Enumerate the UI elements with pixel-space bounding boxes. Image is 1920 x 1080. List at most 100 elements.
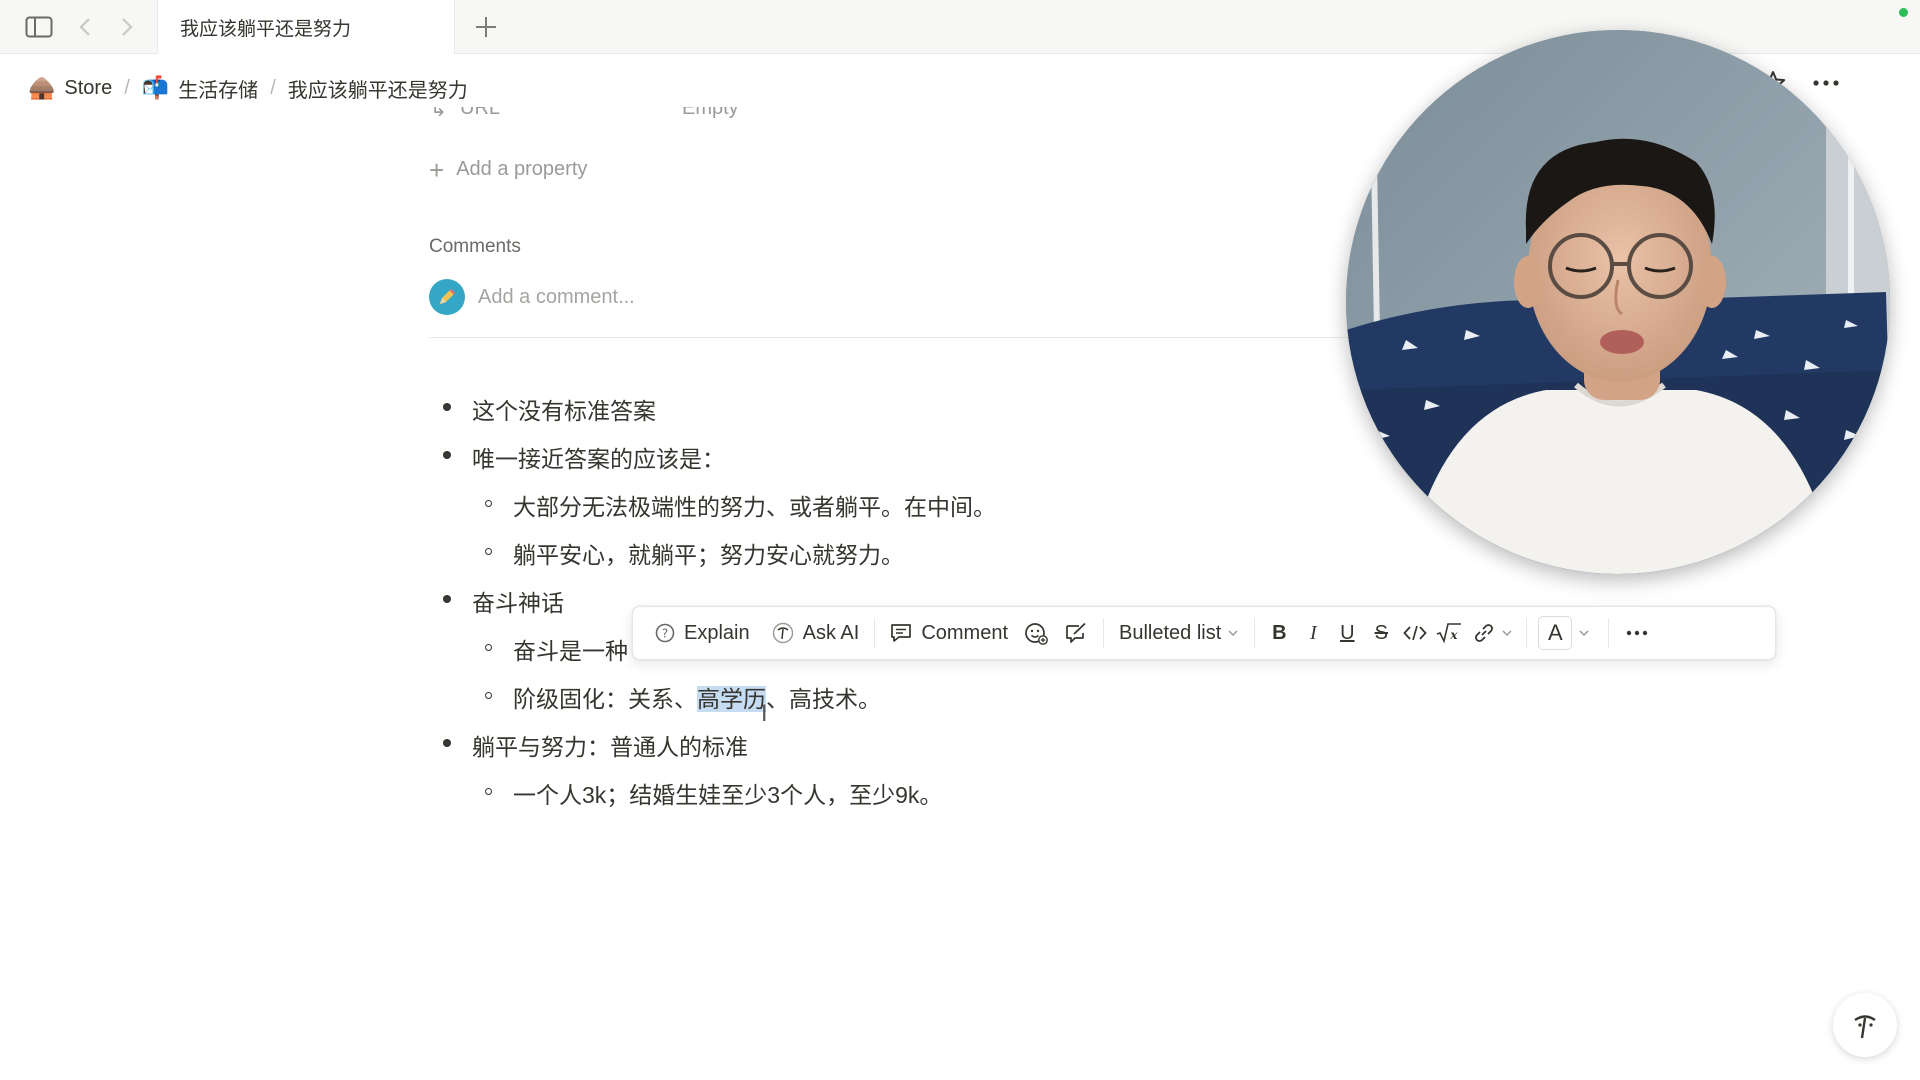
comment-icon [891,624,912,642]
square-root-icon: x [1437,623,1462,644]
new-tab-button[interactable] [471,12,501,42]
formatting-toolbar: ? Explain Ask AI Comment Bulleted list B… [632,606,1776,660]
strikethrough-button[interactable]: S [1364,615,1398,651]
list-item[interactable]: 这个没有标准答案 [472,392,656,426]
add-property-button[interactable]: + Add a property [429,154,588,185]
underline-button[interactable]: U [1330,615,1364,651]
avatar [429,279,465,315]
mailbox-icon: 📬 [141,75,170,101]
bullet-dot [443,451,451,459]
explain-button[interactable]: ? Explain [647,615,758,651]
suggest-edit-button[interactable] [1056,615,1096,651]
sub-bullet-circle [485,500,492,507]
text-color-icon: A [1538,616,1573,650]
breadcrumb-label: 我应该躺平还是努力 [287,79,468,102]
webcam-feed-image [1346,30,1890,574]
comment-input[interactable]: Add a comment... [478,286,635,309]
property-name: URL [460,107,501,119]
list-item[interactable]: 一个人3k；结婚生娃至少3个人，至少9k。 [513,776,942,810]
ai-assistant-button[interactable] [1833,993,1897,1057]
plus-icon: + [429,154,445,185]
code-icon [1403,625,1428,641]
add-property-label: Add a property [456,158,588,180]
svg-text:x: x [1450,628,1459,642]
list-item[interactable]: 大部分无法极端性的努力、或者躺平。在中间。 [513,488,996,522]
inline-code-button[interactable] [1398,615,1432,651]
list-item[interactable]: 阶级固化：关系、高学历、高技术。 [513,680,881,714]
tab-title: 我应该躺平还是努力 [180,18,352,40]
text-segment: 阶级固化：关系、 [513,686,697,712]
link-icon: ↳ [430,107,447,121]
ask-ai-button[interactable]: Ask AI [764,615,868,651]
block-type-label: Bulleted list [1119,621,1222,644]
hut-icon: 🛖 [28,75,56,101]
question-circle-icon: ? [655,623,675,643]
underline-icon: U [1340,621,1355,644]
edit-comment-icon [1066,622,1086,643]
more-options-icon [1627,630,1648,636]
list-item[interactable]: 奋斗神话 [472,584,564,618]
more-button[interactable] [1616,615,1658,651]
ai-face-icon [772,622,793,644]
text-cursor-icon: I [761,702,768,727]
breadcrumb-item-life-storage[interactable]: 📬 生活存储 [142,74,258,103]
bullet-dot [443,739,451,747]
chevron-down-icon [1502,630,1512,637]
more-options-icon[interactable] [1812,70,1840,96]
list-item[interactable]: 躺平安心，就躺平；努力安心就努力。 [513,536,904,570]
breadcrumb-label: 生活存储 [178,79,259,102]
toolbar-divider [1103,618,1105,648]
emoji-reaction-button[interactable] [1016,615,1056,651]
toolbar-divider [1526,618,1528,648]
list-item[interactable]: 躺平与努力：普通人的标准 [472,728,748,762]
text-segment: 、高技术。 [766,686,881,712]
breadcrumb-separator: / [124,76,130,99]
ai-face-icon [1854,1015,1876,1039]
strikethrough-icon: S [1374,621,1388,644]
tab-current-page[interactable]: 我应该躺平还是努力 [157,0,455,54]
sidebar-toggle-button[interactable] [24,12,54,42]
sub-bullet-circle [485,644,492,651]
bold-button[interactable]: B [1262,615,1296,651]
sub-bullet-circle [485,692,492,699]
sub-bullet-circle [485,788,492,795]
italic-icon: I [1309,621,1317,644]
text-color-label: A [1547,620,1563,645]
bullet-dot [443,595,451,603]
comments-heading: Comments [429,236,521,257]
toolbar-divider [874,618,876,648]
property-row-partial: ↳ URL Empty [430,107,770,125]
text-color-button[interactable]: A [1534,615,1594,651]
italic-button[interactable]: I [1296,615,1330,651]
bullet-dot [443,403,451,411]
sub-bullet-circle [485,548,492,555]
chevron-down-icon [1228,630,1238,637]
link-button[interactable] [1466,615,1519,651]
forward-arrow-icon [122,18,133,36]
new-tab-plus-icon [476,17,496,37]
explain-label: Explain [684,621,750,644]
comment-button[interactable]: Comment [882,615,1016,651]
back-arrow-icon [79,18,90,36]
sidebar-toggle-icon [25,16,53,38]
breadcrumb-item-store[interactable]: 🛖 Store [28,76,112,101]
breadcrumb-item-current-page[interactable]: 我应该躺平还是努力 [288,74,468,103]
status-dot [1899,8,1908,17]
breadcrumb-label: Store [64,76,113,99]
pencil-icon [440,289,455,304]
list-item[interactable]: 唯一接近答案的应该是： [472,440,725,474]
webcam-overlay [1346,30,1890,574]
selected-text[interactable]: 高学历 [697,686,766,712]
comment-label: Comment [921,621,1009,644]
toolbar-divider [1608,618,1610,648]
breadcrumb: 🛖 Store / 📬 生活存储 / 我应该躺平还是努力 [28,72,468,104]
equation-button[interactable]: x [1432,615,1466,651]
forward-button[interactable] [112,12,142,42]
ask-ai-label: Ask AI [802,621,860,644]
comment-input-row[interactable]: Add a comment... [429,279,635,315]
divider [429,337,1471,338]
link-icon [1475,624,1494,642]
back-button[interactable] [70,12,100,42]
list-item[interactable]: 奋斗是一种 [513,632,628,666]
block-type-dropdown[interactable]: Bulleted list [1111,615,1247,651]
